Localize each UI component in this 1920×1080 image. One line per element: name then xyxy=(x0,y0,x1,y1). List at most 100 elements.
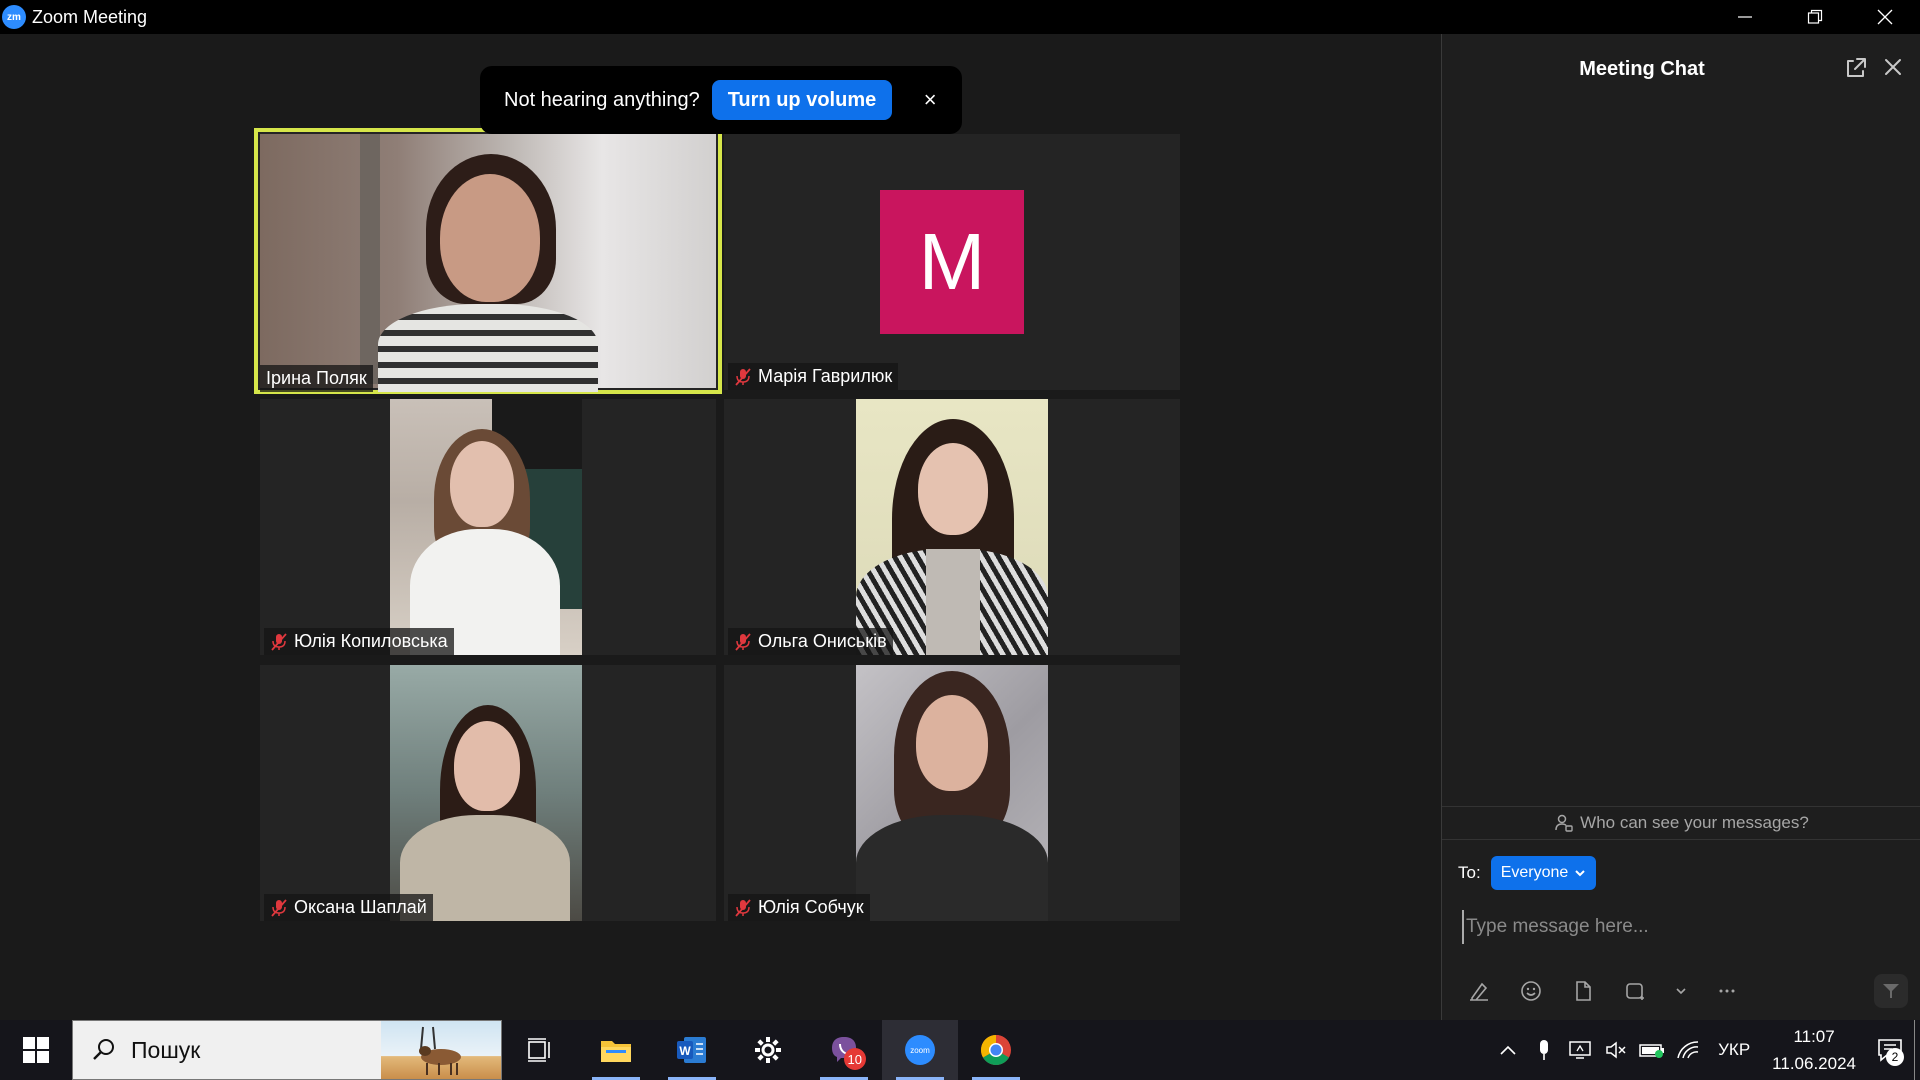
participant-tile[interactable]: Оксана Шаплай xyxy=(260,665,716,921)
battery-icon xyxy=(1639,1044,1665,1058)
display-tray-button[interactable] xyxy=(1562,1020,1598,1080)
taskbar-search[interactable]: Пошук xyxy=(72,1020,502,1080)
send-icon xyxy=(1883,984,1899,998)
clock-date: 11.06.2024 xyxy=(1772,1054,1856,1073)
zoom-button[interactable]: zoom xyxy=(882,1020,958,1080)
notice-close-button[interactable]: × xyxy=(918,87,942,112)
screenshot-button[interactable] xyxy=(1622,978,1648,1004)
person-lock-icon xyxy=(1555,814,1573,832)
who-can-see-link[interactable]: Who can see your messages? xyxy=(1442,806,1920,840)
input-language[interactable]: УКР xyxy=(1718,1040,1750,1060)
system-tray: УКР 11:07 11.06.2024 2 xyxy=(1490,1020,1920,1080)
participant-name-label: Ольга Ониськів xyxy=(728,628,893,655)
word-button[interactable]: W xyxy=(654,1020,730,1080)
recipient-dropdown[interactable]: Everyone xyxy=(1490,856,1597,890)
notifications-button[interactable]: 2 xyxy=(1866,1020,1914,1080)
battery-tray-button[interactable] xyxy=(1634,1020,1670,1080)
clock-time: 11:07 xyxy=(1793,1027,1835,1046)
participant-name-label: Ірина Поляк xyxy=(260,365,373,392)
task-view-button[interactable] xyxy=(502,1020,578,1080)
search-text: Пошук xyxy=(131,1036,201,1063)
participant-tile[interactable]: Ірина Поляк xyxy=(254,128,722,394)
participant-tile[interactable]: Ольга Ониськів xyxy=(724,399,1180,655)
window-title: Zoom Meeting xyxy=(32,6,148,27)
chevron-down-icon xyxy=(1676,988,1686,995)
participant-name-label: Оксана Шаплай xyxy=(264,894,433,921)
display-icon xyxy=(1569,1041,1591,1059)
close-window-button[interactable] xyxy=(1850,0,1920,34)
restore-button[interactable] xyxy=(1780,0,1850,34)
notice-text: Not hearing anything? xyxy=(504,88,700,111)
more-options-button[interactable] xyxy=(1714,978,1740,1004)
zoom-icon: zoom xyxy=(905,1035,935,1065)
participant-video xyxy=(856,399,1048,655)
speaker-muted-icon xyxy=(1606,1041,1626,1059)
muted-mic-icon xyxy=(271,632,287,651)
clock[interactable]: 11:07 11.06.2024 xyxy=(1772,1023,1856,1077)
network-tray-button[interactable] xyxy=(1670,1020,1706,1080)
screenshot-icon xyxy=(1626,983,1644,1000)
participant-tile[interactable]: M Марія Гаврилюк xyxy=(724,134,1180,390)
close-icon xyxy=(1877,9,1893,25)
volume-tray-button[interactable] xyxy=(1598,1020,1634,1080)
screenshot-options-button[interactable] xyxy=(1674,978,1688,1004)
wifi-icon xyxy=(1677,1041,1699,1059)
show-hidden-icons-button[interactable] xyxy=(1490,1020,1526,1080)
muted-mic-icon xyxy=(735,367,751,386)
participant-video xyxy=(260,134,716,392)
close-chat-button[interactable] xyxy=(1882,56,1908,82)
svg-text:W: W xyxy=(679,1044,691,1058)
chevron-up-icon xyxy=(1500,1045,1516,1055)
svg-text:zoom: zoom xyxy=(910,1046,930,1055)
meeting-gallery: Ірина Поляк M Марія Гаврилюк Юлія Копило… xyxy=(0,34,1440,1020)
participant-name-label: Юлія Собчук xyxy=(728,894,870,921)
participant-video xyxy=(390,665,582,921)
emoji-icon xyxy=(1521,981,1541,1001)
chat-toolbar xyxy=(1466,978,1740,1004)
word-icon: W xyxy=(677,1037,706,1063)
popout-chat-button[interactable] xyxy=(1844,56,1870,82)
muted-mic-icon xyxy=(271,898,287,917)
microphone-tray-button[interactable] xyxy=(1526,1020,1562,1080)
settings-button[interactable] xyxy=(730,1020,806,1080)
minimize-button[interactable] xyxy=(1710,0,1780,34)
search-highlight-image xyxy=(381,1021,501,1079)
window-controls xyxy=(1710,0,1920,34)
participant-name-label: Марія Гаврилюк xyxy=(728,363,899,390)
file-icon xyxy=(1576,981,1591,1001)
emoji-button[interactable] xyxy=(1518,978,1544,1004)
show-desktop-button[interactable] xyxy=(1914,1020,1920,1080)
chrome-icon xyxy=(980,1035,1011,1066)
notification-count-badge: 2 xyxy=(1886,1048,1904,1066)
participant-name-label: Юлія Копиловська xyxy=(264,628,454,655)
viber-unread-badge: 10 xyxy=(843,1048,866,1070)
minimize-icon xyxy=(1738,16,1752,18)
more-icon xyxy=(1719,989,1735,993)
chevron-down-icon xyxy=(1575,870,1585,877)
turn-up-volume-button[interactable]: Turn up volume xyxy=(711,80,893,120)
close-icon xyxy=(1885,59,1901,75)
start-button[interactable] xyxy=(0,1020,72,1080)
task-view-icon xyxy=(528,1038,550,1062)
participant-video xyxy=(856,665,1048,921)
format-button[interactable] xyxy=(1466,978,1492,1004)
participant-avatar: M xyxy=(880,190,1024,334)
recipient-row: To: Everyone xyxy=(1458,856,1597,890)
microphone-icon xyxy=(1540,1040,1549,1060)
windows-logo-icon xyxy=(23,1037,49,1063)
to-label: To: xyxy=(1458,863,1481,882)
restore-icon xyxy=(1807,9,1823,24)
viber-button[interactable]: 10 xyxy=(806,1020,882,1080)
chrome-button[interactable] xyxy=(958,1020,1034,1080)
send-button[interactable] xyxy=(1874,974,1908,1008)
file-explorer-button[interactable] xyxy=(578,1020,654,1080)
windows-taskbar: Пошук W 10 zoom УКР 11:07 11.06.2024 2 xyxy=(0,1020,1920,1080)
message-input[interactable] xyxy=(1462,910,1892,944)
file-button[interactable] xyxy=(1570,978,1596,1004)
search-icon xyxy=(93,1039,114,1060)
chat-title: Meeting Chat xyxy=(1579,58,1705,80)
participant-tile[interactable]: Юлія Собчук xyxy=(724,665,1180,921)
title-bar: zm Zoom Meeting xyxy=(0,0,1920,34)
participant-tile[interactable]: Юлія Копиловська xyxy=(260,399,716,655)
participant-video xyxy=(390,399,582,655)
